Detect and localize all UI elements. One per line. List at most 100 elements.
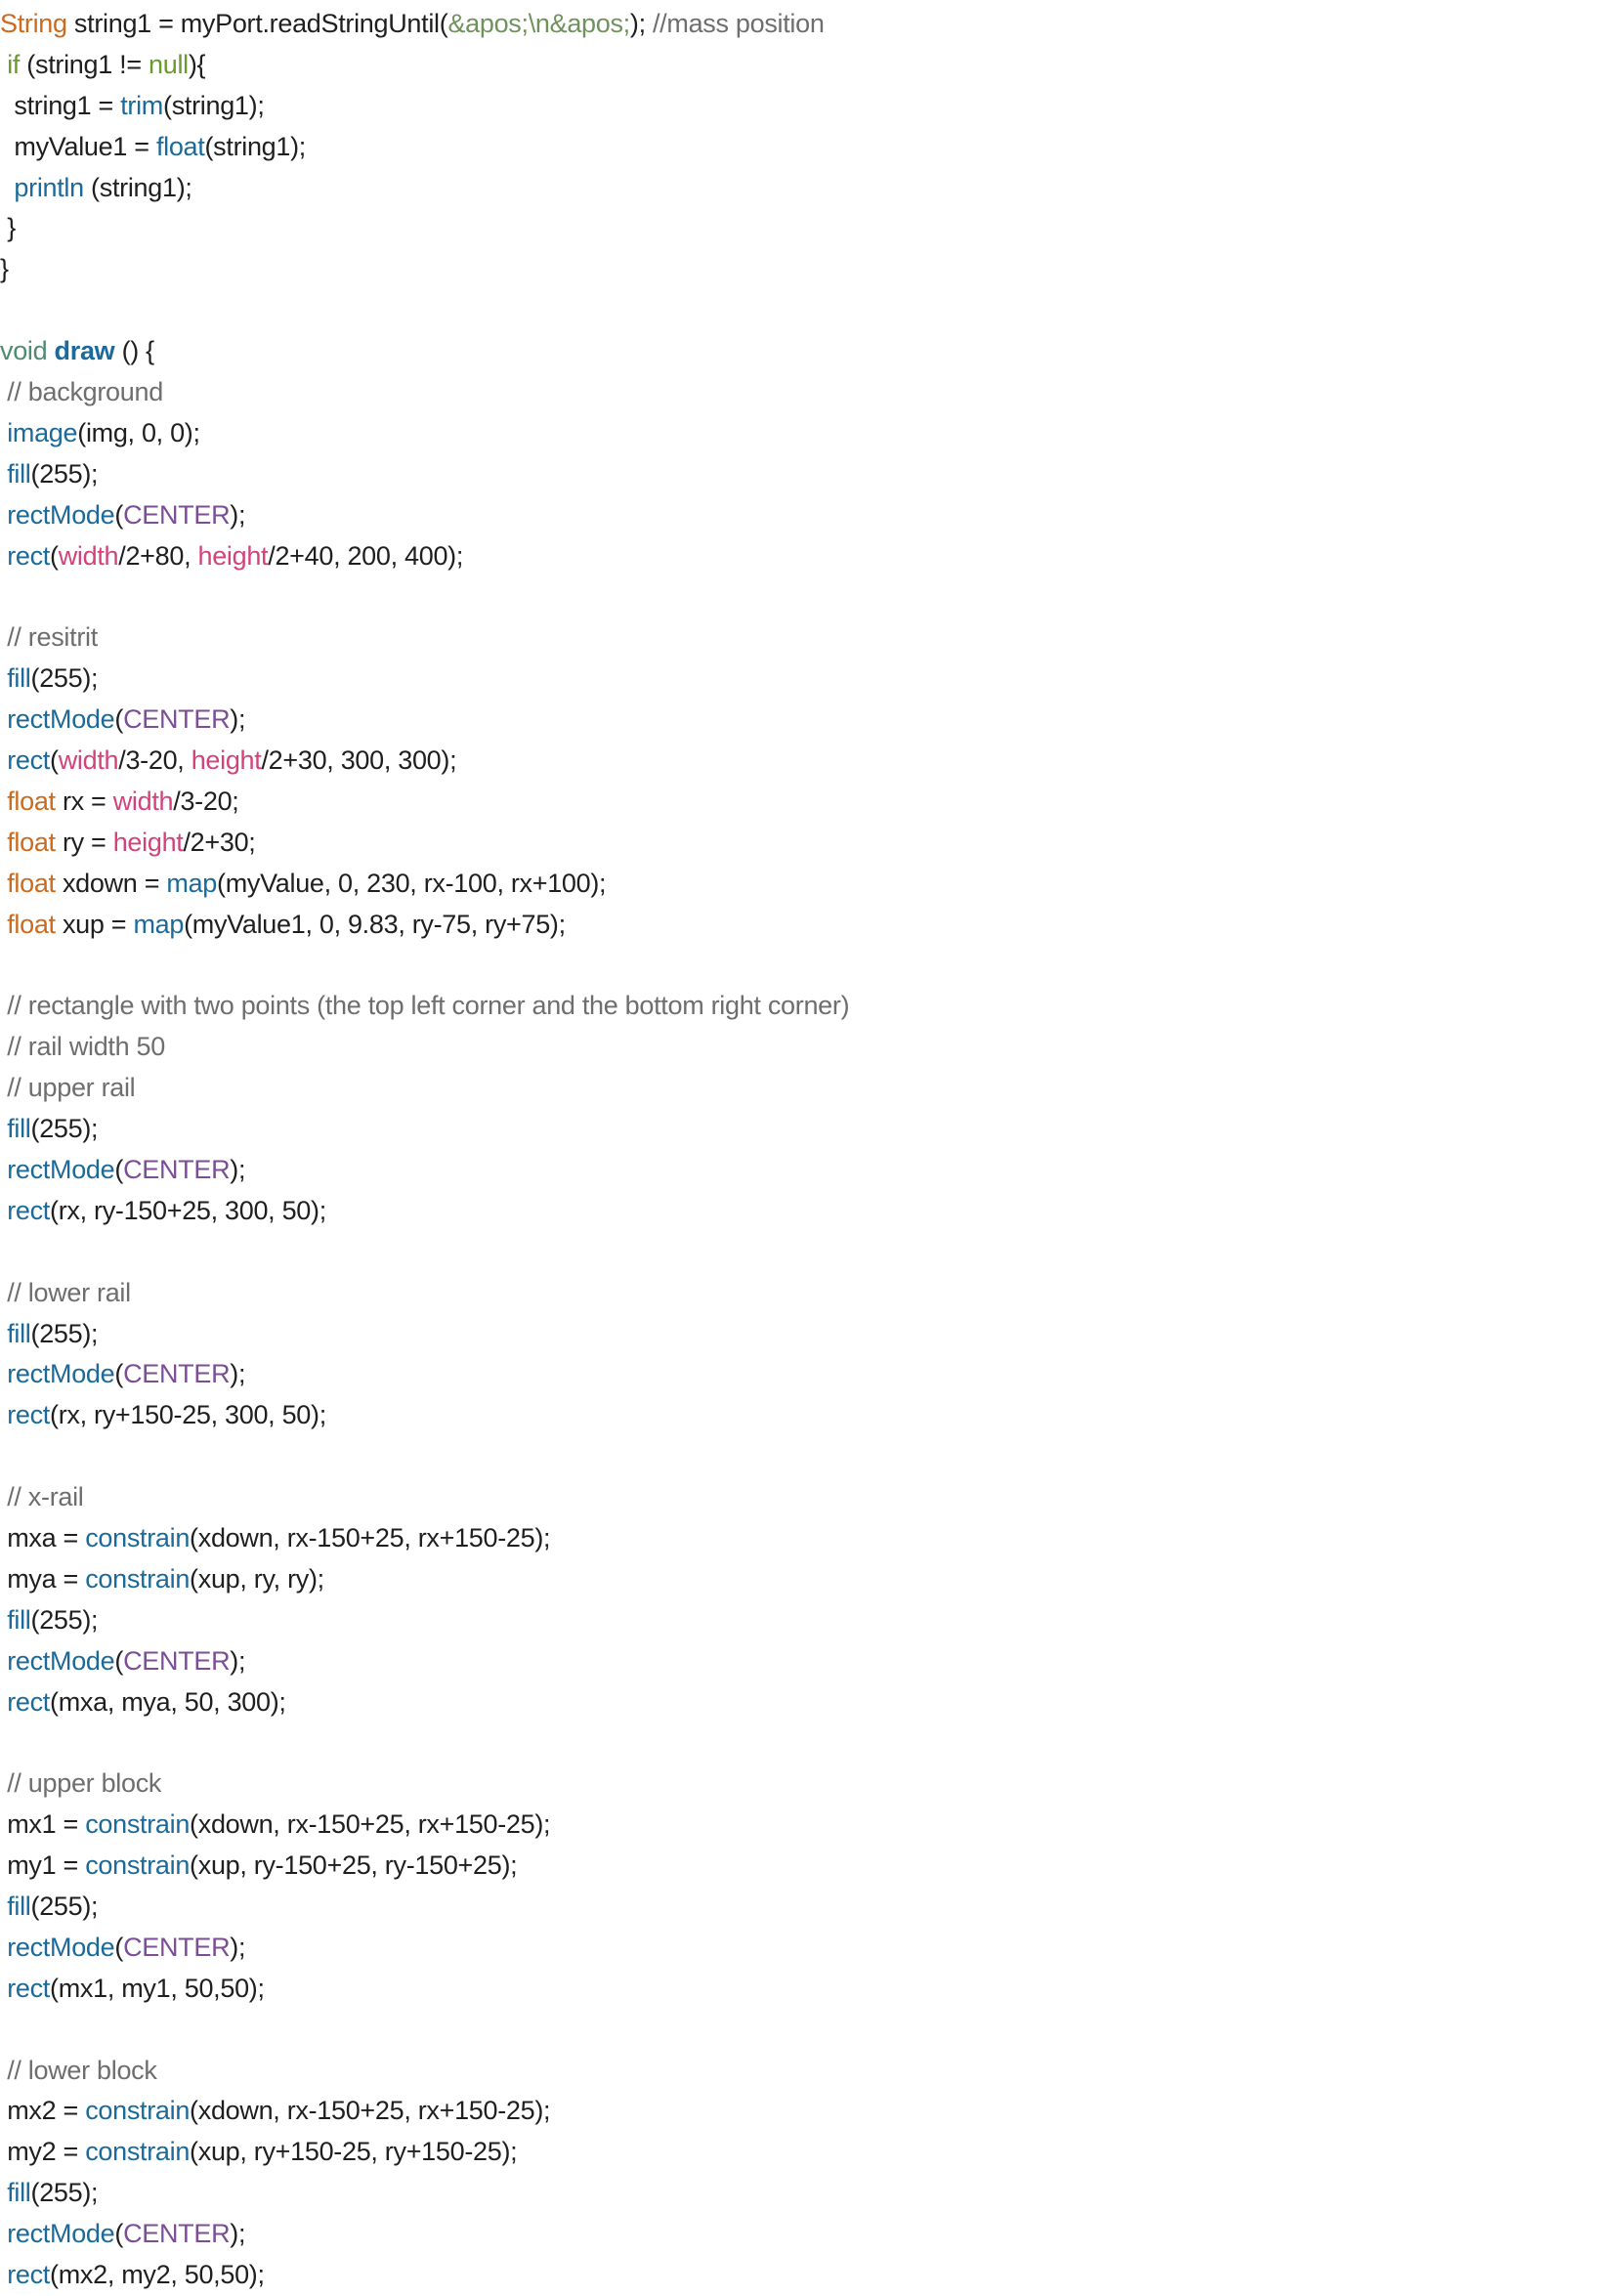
code-token-plain: ); — [230, 1645, 246, 1676]
code-token-plain: /2+40, 200, 400); — [268, 540, 464, 571]
code-token-plain: } — [0, 213, 16, 243]
code-token-plain: /3-20, — [118, 745, 191, 776]
code-token-plain: (255); — [30, 1318, 99, 1348]
code-token-var: height — [197, 540, 269, 571]
code-line: mx1 = constrain(xdown, rx-150+25, rx+150… — [0, 1805, 1616, 1846]
code-token-const: CENTER — [123, 2219, 231, 2249]
code-token-comment: // background — [7, 377, 163, 407]
code-line: myValue1 = float(string1); — [0, 127, 1616, 168]
code-token-plain: (rx, ry-150+25, 300, 50); — [50, 1195, 326, 1225]
code-token-keyword: float — [7, 868, 56, 898]
code-line: // upper rail — [0, 1068, 1616, 1109]
code-token-plain: ); — [629, 9, 653, 38]
code-token-plain: ); — [230, 499, 246, 530]
code-token-plain: /2+30, 300, 300); — [261, 745, 457, 776]
code-line: image(img, 0, 0); — [0, 413, 1616, 454]
code-token-func: rect — [7, 1400, 51, 1430]
code-token-func: constrain — [85, 2137, 191, 2167]
code-token-plain: (string1); — [163, 90, 265, 120]
code-token-plain: ); — [230, 2219, 246, 2249]
code-token-builtin: if — [7, 49, 21, 79]
code-token-const: CENTER — [123, 1154, 231, 1184]
code-line: // lower rail — [0, 1273, 1616, 1314]
code-line: fill(255); — [0, 1887, 1616, 1928]
code-token-plain: /2+30; — [183, 827, 256, 857]
code-token-func: float — [155, 131, 205, 161]
code-token-plain: () { — [114, 336, 155, 366]
code-token-keyword: float — [7, 786, 56, 816]
code-token-func: constrain — [85, 2096, 191, 2126]
code-token-const: CENTER — [123, 1645, 231, 1676]
code-line: float ry = height/2+30; — [0, 823, 1616, 864]
code-token-func: rectMode — [7, 1645, 115, 1676]
code-line: rect(rx, ry+150-25, 300, 50); — [0, 1395, 1616, 1436]
code-line: rectMode(CENTER); — [0, 2214, 1616, 2255]
code-token-plain: ( — [114, 1359, 124, 1389]
code-line: } — [0, 249, 1616, 290]
code-line: float xdown = map(myValue, 0, 230, rx-10… — [0, 864, 1616, 905]
code-line: println (string1); — [0, 168, 1616, 209]
code-line: rect(mxa, mya, 50, 300); — [0, 1682, 1616, 1723]
code-token-func: rectMode — [7, 499, 115, 530]
code-token-func: rectMode — [7, 1154, 115, 1184]
code-token-func: rect — [7, 2259, 51, 2289]
code-listing: String string1 = myPort.readStringUntil(… — [0, 4, 1616, 2296]
code-token-func: rectMode — [7, 1359, 115, 1389]
code-line: float xup = map(myValue1, 0, 9.83, ry-75… — [0, 905, 1616, 946]
code-token-plain: mya = — [0, 1563, 86, 1594]
code-line: rectMode(CENTER); — [0, 1150, 1616, 1191]
code-token-plain: ); — [230, 1932, 246, 1962]
code-token-type: void — [0, 336, 48, 366]
code-line: mx2 = constrain(xdown, rx-150+25, rx+150… — [0, 2091, 1616, 2132]
code-token-plain: xdown = — [55, 868, 167, 898]
code-token-plain: mx1 = — [0, 1809, 86, 1840]
code-token-func: rectMode — [7, 1932, 115, 1962]
code-token-func: fill — [7, 2178, 31, 2208]
code-token-const: CENTER — [123, 499, 231, 530]
code-line: mxa = constrain(xdown, rx-150+25, rx+150… — [0, 1518, 1616, 1559]
code-token-comment: // lower rail — [7, 1277, 131, 1307]
code-token-func: rectMode — [7, 704, 115, 735]
code-token-func: fill — [7, 1318, 31, 1348]
code-token-plain: ( — [50, 540, 59, 571]
code-line: fill(255); — [0, 1109, 1616, 1150]
code-line: rect(width/2+80, height/2+40, 200, 400); — [0, 536, 1616, 577]
code-token-plain: (255); — [30, 1114, 99, 1144]
code-token-const: CENTER — [123, 1359, 231, 1389]
code-line: my1 = constrain(xup, ry-150+25, ry-150+2… — [0, 1846, 1616, 1887]
code-line: // x-rail — [0, 1477, 1616, 1518]
code-token-plain: (xdown, rx-150+25, rx+150-25); — [190, 1809, 551, 1840]
code-token-plain: xup = — [55, 909, 134, 939]
code-token-comment: // upper rail — [7, 1073, 136, 1103]
code-token-func: println — [14, 172, 84, 202]
code-line: fill(255); — [0, 1600, 1616, 1641]
code-token-plain: ); — [230, 1154, 246, 1184]
code-token-comment: // rectangle with two points (the top le… — [7, 991, 850, 1021]
code-token-plain: (xdown, rx-150+25, rx+150-25); — [190, 2096, 551, 2126]
code-token-plain: (xdown, rx-150+25, rx+150-25); — [190, 1522, 551, 1552]
code-token-func: rect — [7, 540, 51, 571]
code-token-plain: ( — [114, 499, 124, 530]
code-token-func: fill — [7, 1114, 31, 1144]
code-token-plain: ( — [50, 745, 59, 776]
code-token-comment: // resitrit — [7, 622, 98, 653]
code-line: // background — [0, 372, 1616, 413]
code-token-plain: ( — [114, 704, 124, 735]
code-token-func: fill — [7, 1891, 31, 1921]
code-token-var: width — [112, 786, 174, 816]
code-token-plain: mx2 = — [0, 2096, 86, 2126]
code-token-plain: (255); — [30, 663, 99, 694]
code-token-string: &apos;\n&apos; — [447, 9, 630, 38]
code-token-plain: (myValue1, 0, 9.83, ry-75, ry+75); — [184, 909, 566, 939]
code-line: rectMode(CENTER); — [0, 495, 1616, 536]
code-line: // lower block — [0, 2051, 1616, 2092]
code-line: } — [0, 208, 1616, 249]
code-token-func: constrain — [85, 1563, 191, 1594]
code-token-func: fill — [7, 458, 31, 489]
code-token-plain: ){ — [188, 49, 206, 79]
code-token-func: rect — [7, 1973, 51, 2003]
code-token-func: map — [133, 909, 185, 939]
code-line: // rectangle with two points (the top le… — [0, 986, 1616, 1027]
